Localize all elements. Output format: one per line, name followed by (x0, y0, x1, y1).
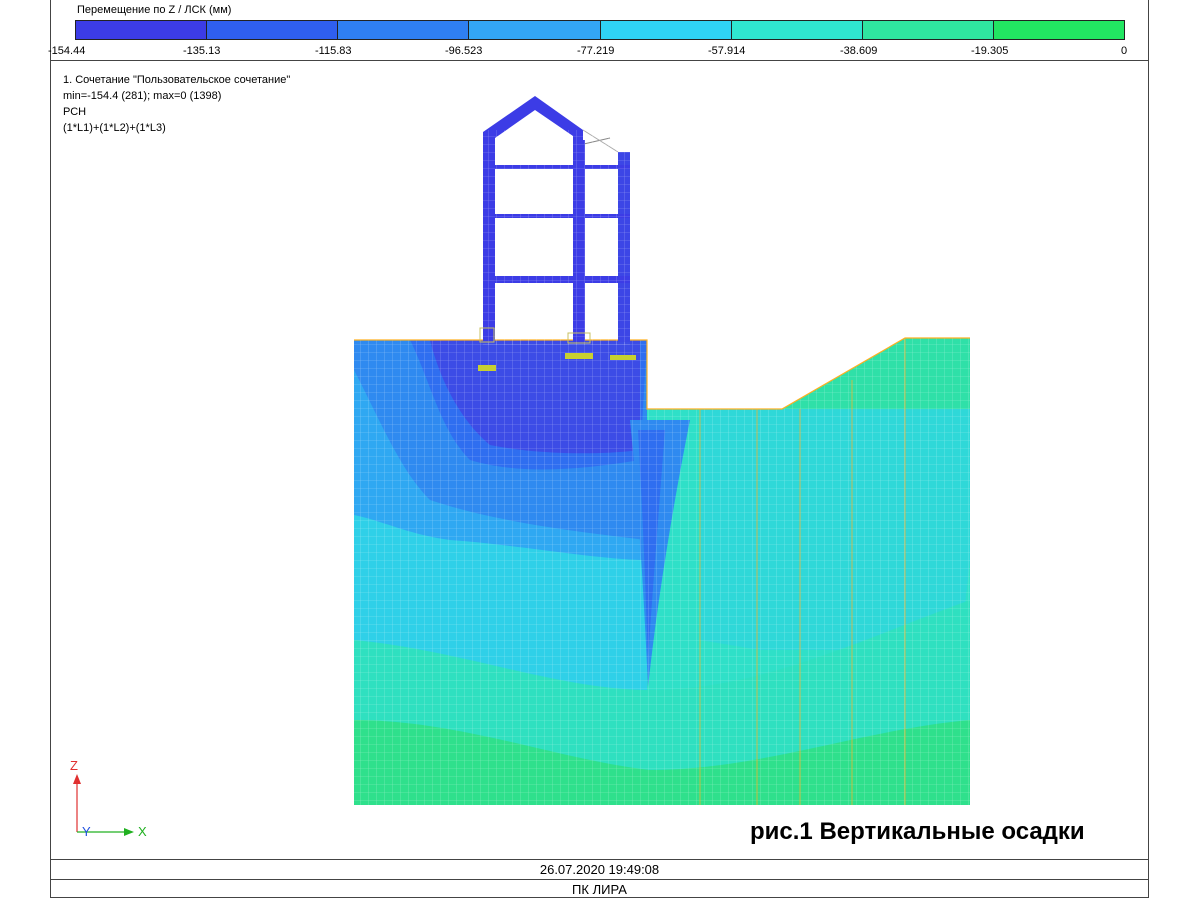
footer-app-name: ПК ЛИРА (50, 879, 1149, 899)
coordinate-axes: Z Y X (70, 758, 147, 839)
footer-datetime: 26.07.2020 19:49:08 (50, 859, 1149, 879)
z-axis-label: Z (70, 758, 78, 773)
figure-caption: рис.1 Вертикальные осадки (750, 818, 1085, 845)
z-axis-arrow (73, 774, 81, 784)
building-frame (478, 96, 636, 371)
displacement-contour-drawing: Z Y X (70, 96, 970, 839)
x-axis-label: X (138, 824, 147, 839)
soil-massif (354, 338, 970, 805)
x-axis-arrow (124, 828, 134, 836)
y-axis-label: Y (82, 824, 91, 839)
